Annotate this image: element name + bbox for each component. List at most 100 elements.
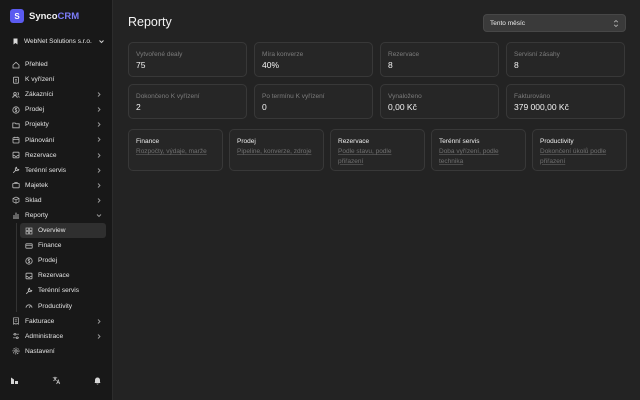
bell-icon[interactable]: [93, 376, 102, 385]
nav-item-label: Plánování: [25, 136, 55, 144]
stat-value: 75: [136, 60, 146, 70]
org-switcher[interactable]: WebNet Solutions s.r.o.: [13, 36, 105, 46]
wrench-icon: [12, 166, 20, 174]
inbox-icon: [25, 272, 33, 280]
sub-item-terenni-servis[interactable]: Terénní servis: [20, 283, 106, 298]
stat-card-invoiced: Fakturováno 379 000,00 Kč: [506, 84, 625, 119]
nav-item-label: Terénní servis: [25, 166, 67, 174]
brand-logo: S: [10, 9, 24, 23]
stat-label: Dokončeno K vyřízení: [136, 93, 200, 100]
sub-item-rezervace[interactable]: Rezervace: [20, 268, 106, 283]
chevron-right-icon: [96, 318, 102, 325]
bar-chart-icon: [12, 211, 20, 219]
sub-item-label: Productivity: [38, 302, 73, 310]
chevron-right-icon: [96, 197, 102, 204]
stat-value: 0,00 Kč: [388, 102, 417, 112]
chevron-down-icon: [98, 38, 105, 45]
stat-value: 40%: [262, 60, 280, 70]
chevron-right-icon: [96, 182, 102, 189]
sub-item-overview[interactable]: Overview: [20, 223, 106, 239]
bookmark-icon: [13, 38, 18, 45]
nav-item-label: Zákazníci: [25, 91, 54, 99]
nav-item-terenni-servis[interactable]: Terénní servis: [8, 163, 106, 178]
stat-label: Po termínu K vyřízení: [262, 93, 325, 100]
stat-label: Míra konverze: [262, 51, 304, 58]
report-title: Productivity: [540, 138, 574, 145]
sub-item-prodej[interactable]: Prodej: [20, 253, 106, 268]
users-icon: [12, 91, 20, 99]
nav-item-label: Nastavení: [25, 347, 55, 355]
brand-name: SyncoCRM: [29, 11, 79, 22]
page-title: Reporty: [128, 15, 172, 29]
nav-item-reporty[interactable]: Reporty: [8, 208, 106, 223]
report-card-productivity[interactable]: Productivity Dokončení úkolů podle přiřa…: [532, 129, 627, 171]
report-title: Rezervace: [338, 138, 370, 145]
folder-icon: [12, 121, 20, 129]
grid-icon: [25, 227, 33, 235]
calendar-icon: [12, 136, 20, 144]
dollar-icon: [25, 257, 33, 265]
gauge-icon: [25, 302, 33, 310]
stat-card-bookings: Rezervace 8: [380, 42, 499, 77]
stat-card-service: Servisní zásahy 8: [506, 42, 625, 77]
main-nav: Přehled K vyřízení Zákazníci Prodej Proj…: [8, 57, 106, 359]
report-card-finance[interactable]: Finance Rozpočty, výdaje, marže: [128, 129, 223, 171]
dashboard-icon[interactable]: [10, 376, 19, 385]
box-icon: [12, 196, 20, 204]
period-select[interactable]: Tento měsíc: [483, 14, 626, 32]
sub-item-productivity[interactable]: Productivity: [20, 299, 106, 314]
period-value: Tento měsíc: [490, 19, 526, 27]
stat-card-overdue: Po termínu K vyřízení 0: [254, 84, 373, 119]
nav-item-nastaveni[interactable]: Nastavení: [8, 344, 106, 359]
nav-item-administrace[interactable]: Administrace: [8, 329, 106, 344]
briefcase-icon: [12, 181, 20, 189]
report-card-prodej[interactable]: Prodej Pipeline, konverze, zdroje: [229, 129, 324, 171]
chevron-right-icon: [96, 136, 102, 143]
wrench-icon: [25, 287, 33, 295]
nav-item-label: Fakturace: [25, 317, 55, 325]
nav-item-label: Projekty: [25, 121, 49, 129]
nav-item-sklad[interactable]: Sklad: [8, 193, 106, 208]
nav-item-k-vyrizeni[interactable]: K vyřízení: [8, 72, 106, 87]
report-description: Podle stavu, podle přiřazení: [338, 148, 392, 165]
sub-item-label: Prodej: [38, 257, 58, 265]
nav-item-label: Prodej: [25, 106, 45, 114]
gear-icon: [12, 347, 20, 355]
chevron-down-icon: [96, 212, 102, 219]
nav-item-rezervace[interactable]: Rezervace: [8, 148, 106, 163]
stat-value: 8: [388, 60, 393, 70]
translate-icon[interactable]: [52, 376, 61, 385]
report-card-rezervace[interactable]: Rezervace Podle stavu, podle přiřazení: [330, 129, 425, 171]
stat-value: 379 000,00 Kč: [514, 102, 569, 112]
nav-item-fakturace[interactable]: Fakturace: [8, 314, 106, 329]
report-card-terenni-servis[interactable]: Terénní servis Doba vyřízení, podle tech…: [431, 129, 526, 171]
nav-item-label: Majetek: [25, 181, 49, 189]
report-description: Dokončení úkolů podle přiřazení: [540, 148, 607, 165]
stat-card-completed: Dokončeno K vyřízení 2: [128, 84, 247, 119]
report-title: Finance: [136, 138, 160, 145]
report-description: Pipeline, konverze, zdroje: [237, 148, 312, 155]
inbox-icon: [12, 151, 20, 159]
nav-item-majetek[interactable]: Majetek: [8, 178, 106, 193]
sub-item-finance[interactable]: Finance: [20, 238, 106, 253]
chevron-right-icon: [96, 167, 102, 174]
nav-item-projekty[interactable]: Projekty: [8, 117, 106, 132]
report-title: Prodej: [237, 138, 256, 145]
stat-value: 8: [514, 60, 519, 70]
stat-label: Servisní zásahy: [514, 51, 560, 58]
brand[interactable]: S SyncoCRM: [10, 9, 79, 23]
clipboard-icon: [12, 76, 20, 84]
nav-item-label: Reporty: [25, 211, 49, 219]
dollar-icon: [12, 106, 20, 114]
sidebar-footer: [0, 368, 113, 392]
nav-item-prodej[interactable]: Prodej: [8, 102, 106, 117]
brand-name-accent: CRM: [57, 10, 80, 22]
nav-item-label: Rezervace: [25, 151, 57, 159]
nav-item-planovani[interactable]: Plánování: [8, 132, 106, 147]
nav-item-prehled[interactable]: Přehled: [8, 57, 106, 72]
sub-item-label: Terénní servis: [38, 287, 80, 295]
nav-item-zakaznici[interactable]: Zákazníci: [8, 87, 106, 102]
card-icon: [25, 242, 33, 250]
stat-value: 0: [262, 102, 267, 112]
sub-item-label: Rezervace: [38, 272, 70, 280]
